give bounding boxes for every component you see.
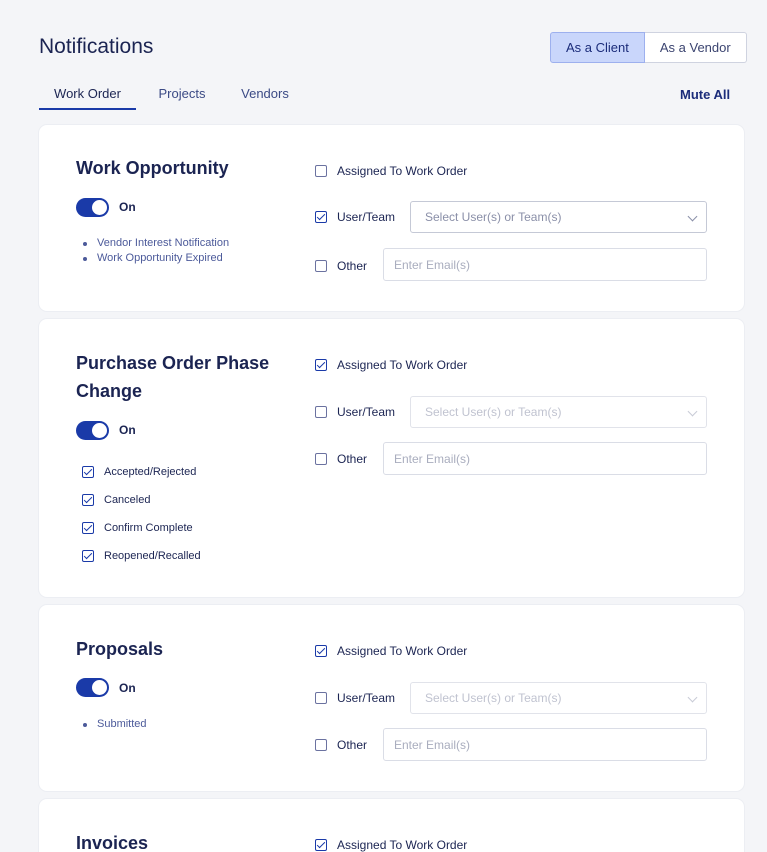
card-title: Proposals (76, 639, 164, 659)
assigned-option: Assigned To Work Order (315, 164, 467, 178)
as-vendor-button[interactable]: As a Vendor (644, 32, 747, 63)
toggle-label: On (119, 200, 136, 214)
select-placeholder: Select User(s) or Team(s) (425, 210, 562, 224)
card-invoices: Invoices Assigned To Work Order (39, 799, 744, 852)
assigned-option: Assigned To Work Order (315, 358, 467, 372)
email-field[interactable] (383, 442, 707, 475)
card-title: Work Opportunity (76, 158, 229, 178)
other-option: Other (315, 738, 367, 752)
chevron-down-icon (687, 692, 698, 703)
mute-all-button[interactable]: Mute All (680, 87, 730, 102)
sub-check-label: Canceled (104, 494, 151, 506)
canceled-checkbox[interactable] (82, 494, 94, 506)
other-label: Other (337, 259, 368, 273)
confirm-complete-checkbox[interactable] (82, 522, 94, 534)
sub-check-label: Accepted/Rejected (104, 466, 197, 478)
tab-projects[interactable]: Projects (158, 80, 206, 110)
other-label: Other (337, 738, 368, 752)
accepted-rejected-checkbox[interactable] (82, 466, 94, 478)
user-team-label: User/Team (337, 210, 396, 224)
role-toggle: As a Client As a Vendor (550, 32, 747, 63)
proposals-toggle[interactable] (76, 678, 109, 697)
sub-check-canceled: Canceled (82, 494, 150, 506)
sub-list: Submitted (83, 717, 147, 732)
assigned-label: Assigned To Work Order (337, 644, 468, 658)
email-field[interactable] (383, 728, 707, 761)
tab-vendors[interactable]: Vendors (240, 80, 290, 110)
assigned-label: Assigned To Work Order (337, 358, 468, 372)
list-item: Work Opportunity Expired (83, 251, 229, 266)
toggle-knob (92, 423, 107, 438)
user-team-select[interactable]: Select User(s) or Team(s) (410, 682, 707, 714)
sub-check-confirm-complete: Confirm Complete (82, 522, 193, 534)
assigned-checkbox[interactable] (315, 645, 327, 657)
card-title: Invoices (76, 833, 149, 852)
purchase-order-toggle[interactable] (76, 421, 109, 440)
select-placeholder: Select User(s) or Team(s) (425, 405, 562, 419)
assigned-label: Assigned To Work Order (337, 838, 468, 852)
other-option: Other (315, 452, 367, 466)
list-item: Submitted (83, 717, 147, 732)
user-team-option: User/Team (315, 210, 395, 224)
assigned-option: Assigned To Work Order (315, 644, 467, 658)
other-checkbox[interactable] (315, 453, 327, 465)
user-team-label: User/Team (337, 405, 396, 419)
assigned-label: Assigned To Work Order (337, 164, 468, 178)
user-team-checkbox[interactable] (315, 211, 327, 223)
list-item: Vendor Interest Notification (83, 236, 229, 251)
assigned-checkbox[interactable] (315, 839, 327, 851)
sub-check-reopened-recalled: Reopened/Recalled (82, 550, 201, 562)
assigned-checkbox[interactable] (315, 165, 327, 177)
other-option: Other (315, 259, 367, 273)
card-purchase-order-phase-change: Purchase Order Phase Change On Accepted/… (39, 319, 744, 597)
assigned-option: Assigned To Work Order (315, 838, 467, 852)
as-client-button[interactable]: As a Client (550, 32, 645, 63)
card-title-line1: Purchase Order Phase (76, 353, 270, 373)
reopened-recalled-checkbox[interactable] (82, 550, 94, 562)
user-team-option: User/Team (315, 691, 395, 705)
email-field[interactable] (383, 248, 707, 281)
other-checkbox[interactable] (315, 260, 327, 272)
chevron-down-icon (687, 406, 698, 417)
user-team-select[interactable]: Select User(s) or Team(s) (410, 396, 707, 428)
sub-check-label: Reopened/Recalled (104, 550, 201, 562)
user-team-checkbox[interactable] (315, 692, 327, 704)
toggle-label: On (119, 423, 136, 437)
card-work-opportunity: Work Opportunity On Vendor Interest Noti… (39, 125, 744, 311)
assigned-checkbox[interactable] (315, 359, 327, 371)
user-team-option: User/Team (315, 405, 395, 419)
toggle-knob (92, 680, 107, 695)
user-team-select[interactable]: Select User(s) or Team(s) (410, 201, 707, 233)
card-title-line2: Change (76, 381, 143, 401)
other-label: Other (337, 452, 368, 466)
page-title: Notifications (39, 35, 154, 58)
sub-check-label: Confirm Complete (104, 522, 193, 534)
select-placeholder: Select User(s) or Team(s) (425, 691, 562, 705)
sub-check-accepted-rejected: Accepted/Rejected (82, 466, 196, 478)
toggle-knob (92, 200, 107, 215)
user-team-checkbox[interactable] (315, 406, 327, 418)
user-team-label: User/Team (337, 691, 396, 705)
chevron-down-icon (687, 211, 698, 222)
card-proposals: Proposals On Submitted Assigned To Work … (39, 605, 744, 791)
other-checkbox[interactable] (315, 739, 327, 751)
tab-work-order[interactable]: Work Order (39, 80, 136, 110)
sub-list: Vendor Interest Notification Work Opport… (83, 236, 229, 266)
work-opportunity-toggle[interactable] (76, 198, 109, 217)
toggle-label: On (119, 681, 136, 695)
tab-bar: Work Order Projects Vendors (39, 80, 290, 110)
